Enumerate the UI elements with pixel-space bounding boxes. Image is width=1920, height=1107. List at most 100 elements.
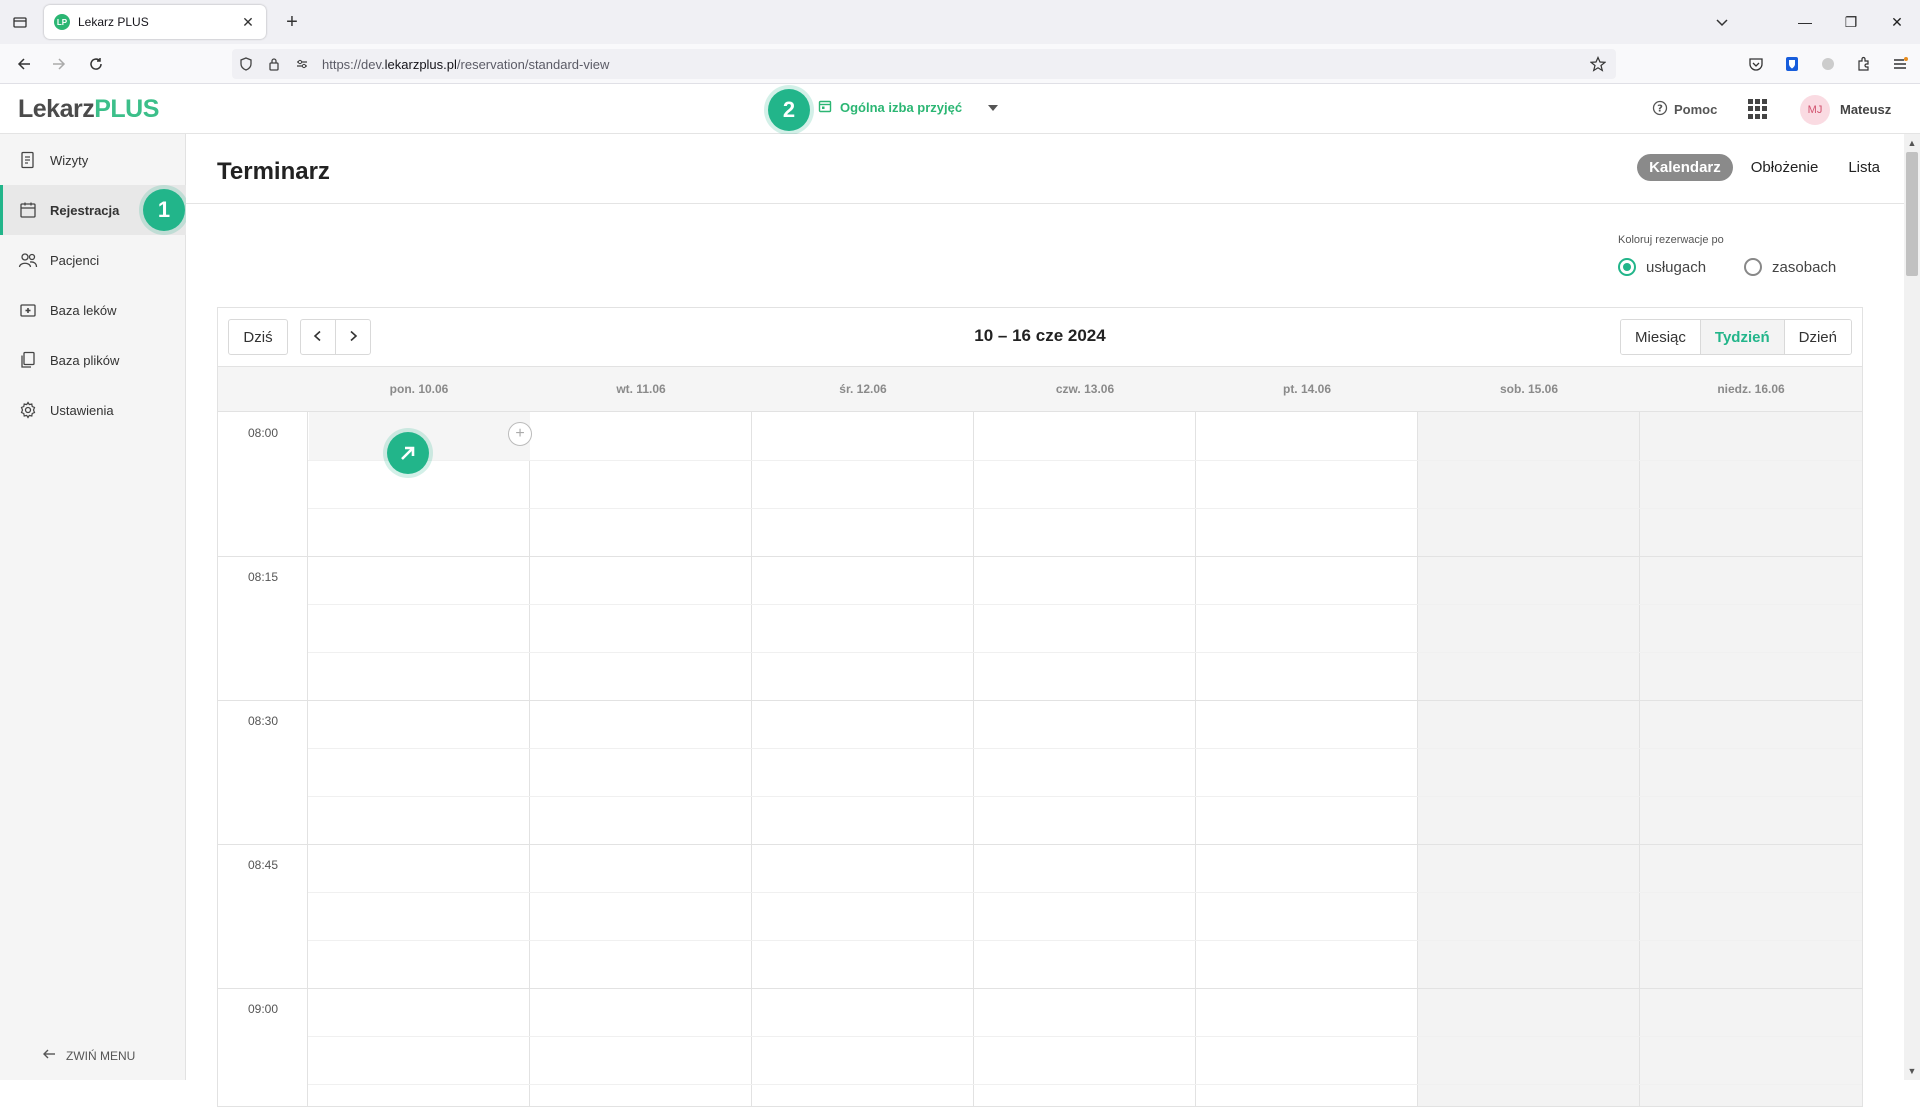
caret-down-icon[interactable] [988,104,999,111]
chevron-down-icon[interactable] [1710,10,1734,34]
day-header: sob. 15.06 [1499,382,1559,396]
grid-line [308,652,1862,653]
time-label: 08:45 [247,858,279,872]
radio-label-uslugach[interactable]: usługach [1646,259,1706,276]
day-header: wt. 11.06 [616,382,666,396]
mode-week-button[interactable]: Tydzień [1700,320,1785,354]
day-header-row: pon. 10.06 wt. 11.06 śr. 12.06 czw. 13.0… [218,366,1862,412]
reload-icon[interactable] [84,52,108,76]
day-column-sun[interactable] [1640,412,1862,1106]
restore-icon[interactable]: ❐ [1828,0,1874,44]
calendar: Dziś 10 – 16 cze 2024 Miesiąc Tydzień Dz… [217,307,1863,1107]
grid-line [218,556,308,557]
apps-grid-icon[interactable] [1748,99,1768,119]
time-label: 08:15 [247,570,279,584]
room-selector[interactable]: Ogólna izba przyjęć [818,99,999,116]
tab-list-icon[interactable] [8,10,32,34]
sidebar-item-label: Pacjenci [50,252,100,268]
grid-line [218,844,308,845]
grid-line [308,748,1862,749]
radio-label-zasobach[interactable]: zasobach [1772,259,1836,276]
time-grid: 08:00 08:15 08:30 08:45 09:00 + [218,412,1862,1106]
document-list-icon [18,150,38,170]
minimize-icon[interactable]: — [1782,0,1828,44]
sidebar-item-label: Wizyty [50,152,89,168]
radio-zasobach[interactable] [1744,258,1763,276]
pocket-icon[interactable] [1744,52,1768,76]
date-range-title: 10 – 16 cze 2024 [974,326,1106,345]
add-reservation-icon[interactable]: + [508,422,532,446]
time-label: 08:00 [247,426,279,440]
grid-line [308,460,1862,461]
close-icon[interactable]: ✕ [240,14,256,30]
grid-line [308,700,1862,701]
main-content: Terminarz Kalendarz Obłożenie Lista Kolo… [186,134,1904,1107]
address-bar[interactable]: https://dev.lekarzplus.pl/reservation/st… [232,49,1616,79]
collapse-menu-label: ZWIŃ MENU [66,1048,136,1063]
arrow-left-icon [42,1047,56,1064]
grid-line [308,508,1862,509]
lock-icon[interactable] [260,49,288,79]
sidebar-item-pacjenci[interactable]: Pacjenci [0,235,186,285]
sidebar-item-label: Baza plików [50,352,120,368]
day-header: pt. 14.06 [1282,382,1332,396]
browser-tab[interactable]: LP Lekarz PLUS ✕ [44,5,266,39]
shield-icon[interactable] [232,49,260,79]
color-by-group: Koloruj rezerwacje po usługach zasobach [1618,234,1836,276]
gear-icon [18,400,38,420]
page-scrollbar[interactable]: ▲ ▼ [1904,134,1920,1080]
permissions-icon[interactable] [288,49,316,79]
calendar-icon [818,99,832,116]
forward-icon[interactable] [47,52,71,76]
day-header: pon. 10.06 [389,382,449,396]
grid-line [308,1036,1862,1037]
sidebar-item-ustawienia[interactable]: Ustawienia [0,385,186,435]
color-by-label: Koloruj rezerwacje po [1618,234,1724,246]
scroll-up-icon[interactable]: ▲ [1907,138,1917,148]
radio-uslugach[interactable] [1618,258,1636,276]
sidebar-item-label: Rejestracja [50,202,120,218]
user-name[interactable]: Mateusz [1840,102,1891,117]
back-icon[interactable] [12,52,36,76]
scroll-down-icon[interactable]: ▼ [1907,1066,1917,1076]
bitwarden-icon[interactable] [1780,52,1804,76]
new-tab-icon[interactable]: + [280,10,304,34]
avatar[interactable]: MJ [1800,95,1830,125]
menu-icon[interactable] [1888,52,1912,76]
extension-icon[interactable] [1816,52,1840,76]
tab-lista[interactable]: Lista [1836,154,1892,181]
sidebar-item-baza-plikow[interactable]: Baza plików [0,335,186,385]
scroll-thumb[interactable] [1906,152,1918,276]
day-column-fri[interactable] [1196,412,1418,1106]
sidebar-item-label: Ustawienia [50,402,114,418]
puzzle-icon[interactable] [1852,52,1876,76]
tab-oblozenie[interactable]: Obłożenie [1739,154,1831,181]
bookmark-star-icon[interactable] [1586,52,1610,76]
help-link[interactable]: ? Pomoc [1652,100,1717,119]
help-label: Pomoc [1674,102,1718,117]
divider [186,203,1904,204]
grid-line [308,940,1862,941]
calendar-toolbar: Dziś 10 – 16 cze 2024 Miesiąc Tydzień Dz… [218,308,1862,366]
day-header: niedz. 16.06 [1717,382,1785,396]
day-column-thu[interactable] [974,412,1196,1106]
day-column-sat[interactable] [1418,412,1640,1106]
grid-line [308,604,1862,605]
day-header: śr. 12.06 [839,382,887,396]
day-column-mon[interactable] [308,412,530,1106]
collapse-menu-button[interactable]: ZWIŃ MENU [42,1047,135,1064]
app-header: LekarzPLUS 2 Ogólna izba przyjęć ? Pomoc… [0,85,1920,134]
window-close-icon[interactable]: ✕ [1874,0,1920,44]
grid-line [308,892,1862,893]
day-column-wed[interactable] [752,412,974,1106]
mode-month-button[interactable]: Miesiąc [1621,320,1701,354]
day-column-tue[interactable] [530,412,752,1106]
grid-line [308,796,1862,797]
sidebar-item-baza-lekow[interactable]: Baza leków [0,285,186,335]
people-icon [18,250,38,270]
app-logo[interactable]: LekarzPLUS [18,95,159,124]
sidebar-item-wizyty[interactable]: Wizyty [0,135,186,185]
mode-day-button[interactable]: Dzień [1784,320,1851,354]
help-circle-icon: ? [1652,100,1668,119]
tab-kalendarz[interactable]: Kalendarz [1637,154,1733,181]
